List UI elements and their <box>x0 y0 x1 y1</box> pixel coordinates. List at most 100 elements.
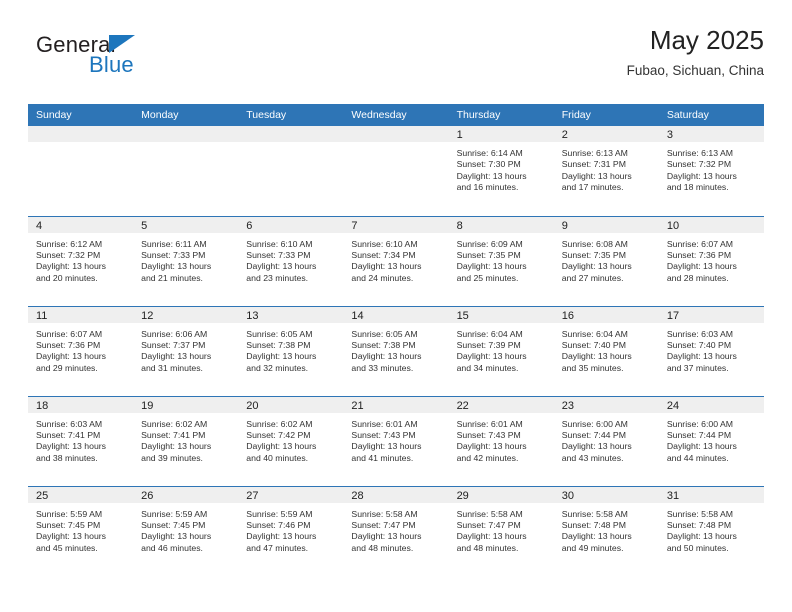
day-cell-inner <box>238 126 344 216</box>
sunrise-line: Sunrise: 6:08 AM <box>561 238 628 249</box>
sunset-line: Sunset: 7:46 PM <box>246 519 311 530</box>
sunset-line: Sunset: 7:35 PM <box>561 249 626 260</box>
day-number: 31 <box>658 486 764 503</box>
sunset-line: Sunset: 7:34 PM <box>351 249 416 260</box>
calendar-day-cell[interactable]: 12 Sunrise: 6:06 AM Sunset: 7:37 PM Dayligh… <box>133 305 239 396</box>
day-cell-inner: 17 Sunrise: 6:03 AM Sunset: 7:40 PM Dayligh… <box>658 306 764 396</box>
calendar-day-cell[interactable]: 27 Sunrise: 5:59 AM Sunset: 7:46 PM Dayligh… <box>238 485 344 576</box>
calendar-day-cell[interactable]: 19 Sunrise: 6:02 AM Sunset: 7:41 PM Dayligh… <box>133 395 239 486</box>
logo-text-blue: Blue <box>89 52 134 77</box>
daylight-line-1: Daylight: 13 hours <box>351 531 422 542</box>
sunrise-line: Sunrise: 6:10 AM <box>246 238 313 249</box>
day-cell-inner: 10 Sunrise: 6:07 AM Sunset: 7:36 PM Dayligh… <box>658 216 764 306</box>
day-sun-info: Sunrise: 6:07 AM Sunset: 7:36 PM Daylight:… <box>28 323 133 375</box>
day-number: 23 <box>553 396 659 413</box>
calendar-day-cell[interactable]: 22 Sunrise: 6:01 AM Sunset: 7:43 PM Dayligh… <box>448 395 554 486</box>
day-number: 18 <box>28 396 134 413</box>
day-number: 26 <box>133 486 239 503</box>
daylight-line-2: and 47 minutes. <box>246 542 309 553</box>
daylight-line-2: and 39 minutes. <box>141 452 203 463</box>
sunset-line: Sunset: 7:33 PM <box>141 249 206 260</box>
day-number: 14 <box>343 306 449 323</box>
sunrise-line: Sunrise: 6:13 AM <box>561 148 628 158</box>
sunset-line: Sunset: 7:38 PM <box>351 339 416 350</box>
calendar-day-cell[interactable]: 5 Sunrise: 6:11 AM Sunset: 7:33 PM Daylight… <box>133 215 239 306</box>
sunrise-line: Sunrise: 5:59 AM <box>246 508 313 519</box>
calendar-day-cell[interactable]: 29 Sunrise: 5:58 AM Sunset: 7:47 PM Dayligh… <box>448 485 554 577</box>
calendar-day-cell[interactable]: 16 Sunrise: 6:04 AM Sunset: 7:40 PM Dayligh… <box>553 305 659 396</box>
daylight-line-2: and 40 minutes. <box>246 452 309 463</box>
day-sun-info: Sunrise: 6:04 AM Sunset: 7:39 PM Daylight:… <box>449 323 554 375</box>
day-sun-info <box>133 142 238 148</box>
daylight-line-2: and 21 minutes. <box>141 272 203 283</box>
calendar-day-cell[interactable]: 8 Sunrise: 6:09 AM Sunset: 7:35 PM Daylight… <box>448 215 554 306</box>
daylight-line-1: Daylight: 13 hours <box>36 261 107 272</box>
day-number: 4 <box>28 216 134 233</box>
day-number: 13 <box>238 306 344 323</box>
calendar-day-cell[interactable]: 18 Sunrise: 6:03 AM Sunset: 7:41 PM Dayligh… <box>28 395 134 486</box>
page-subtitle-location: Fubao, Sichuan, China <box>626 63 764 78</box>
calendar-day-cell[interactable]: 25 Sunrise: 5:59 AM Sunset: 7:45 PM Dayligh… <box>28 485 134 577</box>
calendar-day-cell[interactable]: 28 Sunrise: 5:58 AM Sunset: 7:47 PM Dayligh… <box>343 485 449 576</box>
day-cell-inner: 31 Sunrise: 5:58 AM Sunset: 7:48 PM Dayligh… <box>658 486 764 577</box>
sunset-line: Sunset: 7:42 PM <box>246 429 311 440</box>
day-number: 15 <box>448 306 554 323</box>
day-sun-info: Sunrise: 6:05 AM Sunset: 7:38 PM Daylight:… <box>238 323 343 375</box>
daylight-line-2: and 24 minutes. <box>351 272 414 283</box>
daylight-line-1: Daylight: 13 hours <box>561 261 632 272</box>
daylight-line-1: Daylight: 13 hours <box>36 531 107 542</box>
sunrise-line: Sunrise: 5:58 AM <box>666 508 734 519</box>
day-number: 11 <box>28 306 134 323</box>
calendar-day-cell[interactable]: 1 Sunrise: 6:14 AM Sunset: 7:30 PM Daylight… <box>448 126 554 216</box>
day-sun-info: Sunrise: 6:02 AM Sunset: 7:42 PM Daylight:… <box>238 413 343 465</box>
daylight-line-1: Daylight: 13 hours <box>561 351 632 362</box>
day-cell-inner: 13 Sunrise: 6:05 AM Sunset: 7:38 PM Dayligh… <box>238 306 344 396</box>
day-sun-info: Sunrise: 5:58 AM Sunset: 7:48 PM Daylight:… <box>554 503 659 555</box>
weekday-header-row: Sunday Monday Tuesday Wednesday Thursday… <box>28 104 764 126</box>
daylight-line-2: and 27 minutes. <box>561 272 624 283</box>
calendar-day-cell[interactable]: 14 Sunrise: 6:05 AM Sunset: 7:38 PM Dayligh… <box>343 305 449 396</box>
calendar-day-cell[interactable]: 17 Sunrise: 6:03 AM Sunset: 7:40 PM Dayligh… <box>658 305 764 396</box>
day-number: 27 <box>238 486 344 503</box>
daylight-line-1: Daylight: 13 hours <box>561 531 632 542</box>
sunset-line: Sunset: 7:38 PM <box>246 339 311 350</box>
sunset-line: Sunset: 7:40 PM <box>561 339 626 350</box>
sunset-line: Sunset: 7:37 PM <box>141 339 206 350</box>
calendar-day-cell[interactable]: 30 Sunrise: 5:58 AM Sunset: 7:48 PM Dayligh… <box>553 485 659 576</box>
general-blue-logo[interactable]: General Blue <box>36 32 176 84</box>
calendar-day-cell[interactable]: 7 Sunrise: 6:10 AM Sunset: 7:34 PM Daylight… <box>343 215 449 306</box>
sunrise-line: Sunrise: 6:09 AM <box>456 238 523 249</box>
day-sun-info <box>28 142 133 148</box>
daylight-line-1: Daylight: 13 hours <box>246 351 317 362</box>
daylight-line-2: and 28 minutes. <box>666 272 729 283</box>
calendar-day-cell[interactable]: 11 Sunrise: 6:07 AM Sunset: 7:36 PM Dayligh… <box>28 305 134 396</box>
day-sun-info: Sunrise: 6:10 AM Sunset: 7:34 PM Daylight:… <box>343 233 448 285</box>
sunrise-line: Sunrise: 6:07 AM <box>666 238 734 249</box>
calendar-day-cell[interactable]: 20 Sunrise: 6:02 AM Sunset: 7:42 PM Dayligh… <box>238 395 344 486</box>
calendar-day-cell[interactable]: 9 Sunrise: 6:08 AM Sunset: 7:35 PM Daylight… <box>553 215 659 306</box>
daylight-line-1: Daylight: 13 hours <box>456 170 527 181</box>
day-number: 22 <box>448 396 554 413</box>
daylight-line-2: and 43 minutes. <box>561 452 624 463</box>
calendar-day-cell[interactable]: 24 Sunrise: 6:00 AM Sunset: 7:44 PM Dayligh… <box>658 395 764 486</box>
sunset-line: Sunset: 7:45 PM <box>36 519 101 530</box>
day-cell-inner: 25 Sunrise: 5:59 AM Sunset: 7:45 PM Dayligh… <box>28 486 134 577</box>
weekday-header-tuesday: Tuesday <box>238 104 344 126</box>
daylight-line-1: Daylight: 13 hours <box>561 441 632 452</box>
calendar-day-cell[interactable]: 15 Sunrise: 6:04 AM Sunset: 7:39 PM Dayligh… <box>448 305 554 396</box>
calendar-day-cell[interactable]: 2 Sunrise: 6:13 AM Sunset: 7:31 PM Daylight… <box>553 126 659 216</box>
day-cell-inner: 29 Sunrise: 5:58 AM Sunset: 7:47 PM Dayligh… <box>448 486 554 577</box>
calendar-day-cell[interactable]: 4 Sunrise: 6:12 AM Sunset: 7:32 PM Daylight… <box>28 215 134 306</box>
day-sun-info: Sunrise: 6:04 AM Sunset: 7:40 PM Daylight:… <box>554 323 659 375</box>
calendar-day-cell[interactable]: 23 Sunrise: 6:00 AM Sunset: 7:44 PM Dayligh… <box>553 395 659 486</box>
calendar-day-cell[interactable]: 31 Sunrise: 5:58 AM Sunset: 7:48 PM Dayligh… <box>658 485 764 577</box>
calendar-day-cell[interactable]: 13 Sunrise: 6:05 AM Sunset: 7:38 PM Dayligh… <box>238 305 344 396</box>
calendar-day-cell[interactable]: 21 Sunrise: 6:01 AM Sunset: 7:43 PM Dayligh… <box>343 395 449 486</box>
calendar-day-cell-empty <box>28 126 134 216</box>
calendar-day-cell[interactable]: 3 Sunrise: 6:13 AM Sunset: 7:32 PM Daylight… <box>658 126 764 216</box>
calendar-day-cell[interactable]: 26 Sunrise: 5:59 AM Sunset: 7:45 PM Dayligh… <box>133 485 239 576</box>
weekday-header-sunday: Sunday <box>28 104 134 126</box>
calendar-day-cell[interactable]: 6 Sunrise: 6:10 AM Sunset: 7:33 PM Daylight… <box>238 215 344 306</box>
calendar-day-cell[interactable]: 10 Sunrise: 6:07 AM Sunset: 7:36 PM Dayligh… <box>658 215 764 306</box>
daylight-line-2: and 25 minutes. <box>456 272 519 283</box>
